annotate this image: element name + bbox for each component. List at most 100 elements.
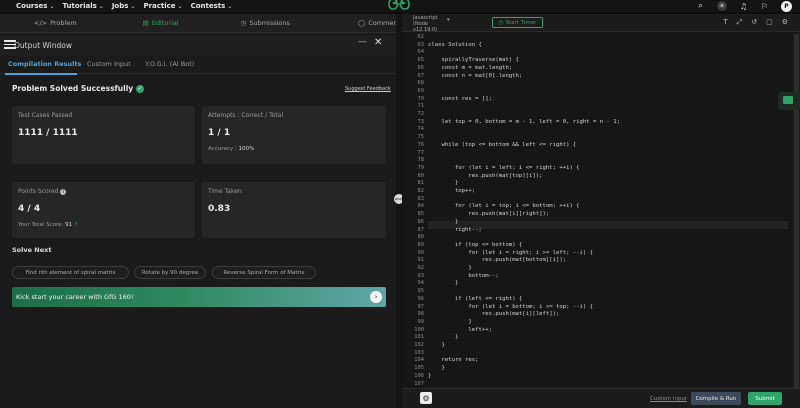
code-line: } [428, 365, 445, 372]
code-line: } [428, 318, 472, 325]
expand-icon[interactable]: ⤢ [737, 18, 743, 27]
promo-banner[interactable]: Kick start your career with GfG 160! › [12, 287, 386, 307]
current-line-highlight [428, 221, 788, 229]
nav-tutorials[interactable]: Tutorials ⌄ [63, 2, 104, 10]
code-line: const n = mat[0].length; [428, 72, 523, 79]
subtab-custom-input[interactable]: Custom Input [87, 60, 131, 68]
line-number: 106 [414, 372, 424, 379]
points-value: 4 / 4 [18, 204, 41, 214]
line-number: 71 [417, 103, 425, 110]
accuracy: Accuracy : 100% [208, 146, 255, 152]
settings-icon[interactable]: ⚙ [420, 392, 432, 404]
arrow-up-icon: ↑ [73, 222, 79, 228]
code-line: } [428, 372, 432, 379]
line-number: 67 [417, 72, 425, 79]
subtab-compilation-results[interactable]: Compilation Results [8, 60, 81, 68]
code-line: class Solution { [428, 41, 482, 48]
chat-icon [783, 96, 793, 104]
line-number: 107 [414, 380, 424, 387]
line-number: 93 [417, 272, 425, 279]
clock-icon: ◷ [240, 19, 247, 27]
chevron-down-icon: ▾ [447, 17, 450, 23]
attempts-card: Attempts : Correct / Total 1 / 1 Accurac… [202, 106, 386, 164]
line-number: 96 [417, 295, 425, 302]
code-line: const m = mat.length; [428, 64, 513, 71]
chevron-down-icon: ⌄ [130, 2, 136, 10]
start-timer-button[interactable]: ◷ Start Timer [492, 17, 543, 28]
line-number: 66 [417, 64, 425, 71]
subtab-ai-bot[interactable]: Y.O.G.I. (AI Bot) [145, 60, 194, 68]
output-window-title: Output Window [14, 41, 73, 50]
code-line: } [428, 342, 445, 348]
editor-scrollbar[interactable] [792, 34, 800, 388]
line-number: 92 [417, 265, 425, 271]
solve-next-chip[interactable]: Find nth element of spiral matrix [12, 266, 129, 279]
language-select[interactable]: Javascript (Node v12.19.0) ▾ [413, 15, 455, 33]
tab-editorial[interactable]: ▤ Editorial [143, 19, 179, 27]
search-icon[interactable]: ⌕ [696, 1, 705, 11]
info-icon[interactable]: i [60, 188, 67, 195]
code-line: bottom--; [428, 272, 499, 279]
test-cases-value: 1111 / 1111 [18, 128, 78, 138]
code-line: if (top <= bottom) { [428, 241, 523, 248]
line-number: 88 [417, 234, 425, 241]
test-cases-card: Test Cases Passed 1111 / 1111 [12, 106, 195, 164]
line-number: 98 [417, 311, 425, 318]
line-number: 75 [417, 134, 425, 141]
editor-panel: Javascript (Node v12.19.0) ▾ ◷ Start Tim… [402, 14, 800, 408]
editor-toolbar: Javascript (Node v12.19.0) ▾ ◷ Start Tim… [402, 14, 800, 33]
line-number: 104 [414, 357, 424, 364]
code-line: for (let i = right; i >= left; --i) { [428, 249, 594, 256]
reset-icon[interactable]: ↺ [751, 18, 757, 27]
code-line: } [428, 280, 459, 287]
theme-toggle-icon[interactable]: ☀ [717, 1, 727, 11]
custom-input-link[interactable]: Custom Input [650, 396, 687, 402]
close-icon[interactable]: ✕ [374, 37, 382, 48]
code-editor[interactable]: class Solution { spirallyTraverse(mat) {… [428, 34, 790, 388]
settings-icon[interactable]: ⚙ [782, 18, 788, 27]
solve-next-chip[interactable]: Rotate by 90 degree [134, 266, 206, 279]
line-number: 77 [417, 149, 425, 156]
code-line: let top = 0, bottom = m - 1, left = 0, r… [428, 118, 620, 125]
bell-icon[interactable]: ♫ [739, 2, 748, 11]
total-score: Your Total Score: 91 ↑ [18, 222, 79, 228]
points-card: Points Scored i 4 / 4 Your Total Score: … [12, 182, 195, 238]
document-icon: ▤ [142, 19, 149, 27]
tab-problem[interactable]: </> Problem [34, 19, 77, 27]
submit-button[interactable]: Submit [748, 392, 782, 405]
line-number: 99 [417, 318, 425, 325]
code-line: } [428, 334, 459, 341]
chevron-right-icon[interactable]: › [370, 291, 382, 303]
line-number: 91 [417, 257, 425, 264]
timer-icon: ◷ [498, 19, 504, 26]
code-line: } [428, 265, 472, 271]
line-number: 72 [417, 111, 425, 117]
compile-run-button[interactable]: Compile & Run [691, 392, 741, 405]
tab-submissions[interactable]: ◷ Submissions [241, 19, 290, 27]
line-number: 80 [417, 172, 425, 179]
gift-icon[interactable]: ⚐ [760, 2, 769, 11]
gfg-logo[interactable] [387, 0, 411, 10]
suggest-feedback-link[interactable]: Suggest Feedback [345, 86, 391, 92]
font-size-icon[interactable]: T [723, 18, 727, 27]
line-number: 79 [417, 164, 425, 171]
chevron-down-icon: ⌄ [177, 2, 183, 10]
chat-float-button[interactable] [778, 92, 800, 110]
line-number: 86 [417, 218, 425, 225]
output-window-header: Output Window — ✕ [0, 36, 396, 56]
nav-practice[interactable]: Practice ⌄ [143, 2, 182, 10]
avatar[interactable]: P [781, 0, 792, 12]
code-line: res.push(mat[i][left]); [428, 311, 560, 318]
code-line: spirallyTraverse(mat) { [428, 57, 519, 64]
fullscreen-icon[interactable]: ▢ [766, 18, 773, 27]
nav-contests[interactable]: Contests ⌄ [191, 2, 233, 10]
time-value: 0.83 [208, 204, 231, 214]
solve-next-chip[interactable]: Reverse Spiral Form of Matrix [212, 266, 316, 279]
line-number: 89 [417, 241, 425, 248]
minimize-icon[interactable]: — [358, 37, 367, 47]
menu-icon[interactable] [4, 40, 16, 49]
code-line: res.push(mat[i][right]); [428, 211, 550, 218]
code-line: const res = []; [428, 95, 492, 102]
nav-jobs[interactable]: Jobs ⌄ [112, 2, 136, 10]
nav-courses[interactable]: Courses ⌄ [16, 2, 55, 10]
